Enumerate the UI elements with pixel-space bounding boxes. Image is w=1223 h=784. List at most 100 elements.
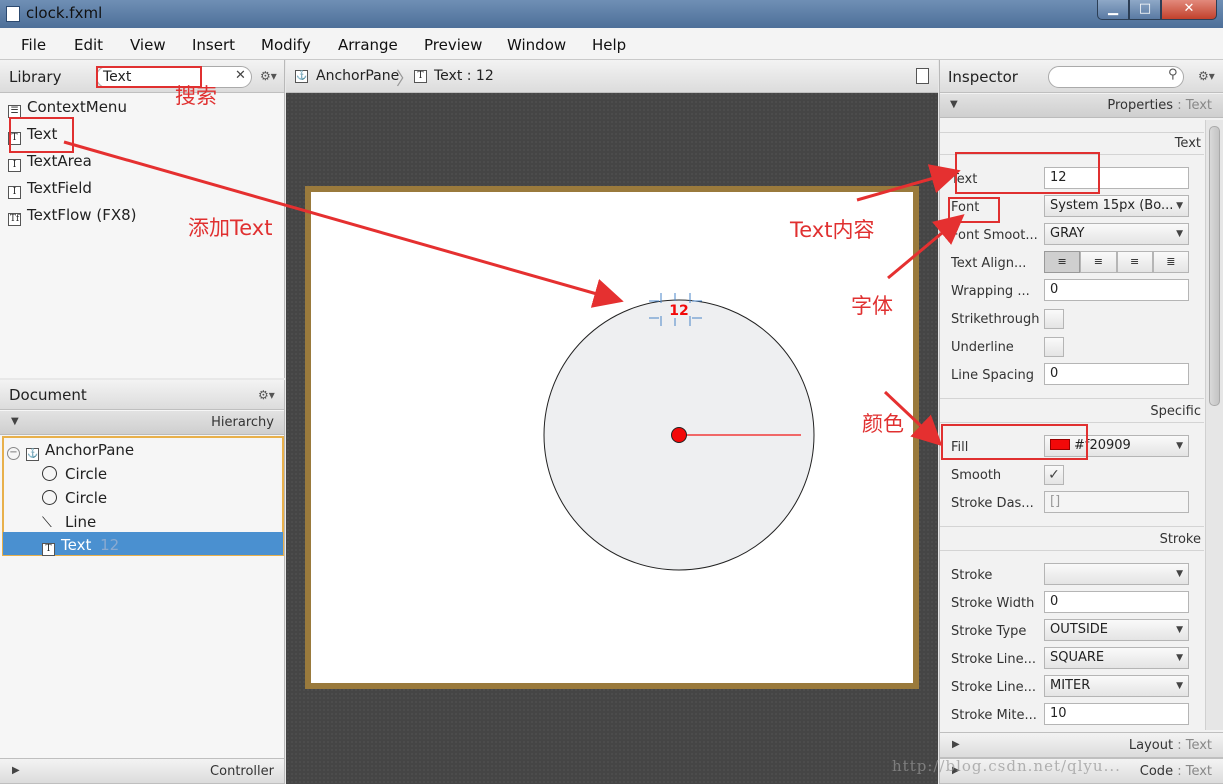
prop-strikethrough-label: Strikethrough — [951, 312, 1040, 327]
chevron-down-icon: ▼ — [1176, 229, 1183, 239]
annotation-text-content-label: Text内容 — [790, 218, 875, 242]
close-button[interactable]: ✕ — [1161, 0, 1217, 20]
expand-arrow-icon[interactable]: ▶ — [12, 765, 20, 776]
text-align-group: ≡ ≡ ≡ ≣ — [1044, 251, 1189, 273]
stroke-dash-input[interactable]: [] — [1044, 491, 1189, 513]
maximize-button[interactable]: □ — [1129, 0, 1161, 20]
menu-edit[interactable]: Edit — [74, 36, 103, 54]
collapse-arrow-icon[interactable]: ▼ — [950, 99, 958, 110]
prop-smooth-label: Smooth — [951, 468, 1002, 483]
hierarchy-header[interactable]: ▼ Hierarchy — [0, 411, 284, 435]
stroke-line-cap-select[interactable]: SQUARE ▼ — [1044, 647, 1189, 669]
menu-arrange[interactable]: Arrange — [338, 36, 398, 54]
library-item-contextmenu[interactable]: ☰ ContextMenu — [8, 98, 127, 118]
tree-item-anchorpane[interactable]: − ⚓ AnchorPane — [7, 441, 134, 461]
annotation-box-font — [948, 197, 1000, 223]
text-field-icon: I — [8, 186, 21, 199]
inspector-scrollbar[interactable] — [1205, 120, 1223, 730]
inspector-search-input[interactable] — [1048, 66, 1184, 88]
menubar: File Edit View Insert Modify Arrange Pre… — [0, 28, 1223, 60]
library-item-textfield[interactable]: I TextField — [8, 179, 92, 199]
annotation-box-text-prop — [955, 152, 1100, 194]
annotation-color-label: 颜色 — [862, 412, 904, 436]
chevron-down-icon: ▼ — [1176, 625, 1183, 635]
properties-label: Properties — [1107, 98, 1174, 113]
canvas-text-12[interactable]: 12 — [669, 303, 688, 319]
code-label: Code — [1139, 764, 1174, 779]
align-left-icon[interactable]: ≡ — [1044, 251, 1081, 273]
menu-view[interactable]: View — [130, 36, 166, 54]
stroke-miter-input[interactable]: 10 — [1044, 703, 1189, 725]
tree-item-circle[interactable]: Circle — [42, 489, 107, 507]
inspector-gear-icon[interactable]: ⚙▾ — [1198, 69, 1215, 83]
search-icon[interactable]: ⚲ — [1168, 67, 1178, 82]
design-area: ⚓ AnchorPane 〉 T Text : 12 12 — [286, 60, 938, 784]
prop-stroke-line-join-label: Stroke Line... — [951, 680, 1037, 695]
library-item-textarea[interactable]: I TextArea — [8, 152, 92, 172]
prop-stroke-miter-label: Stroke Mite... — [951, 708, 1037, 723]
layout-header[interactable]: ▶ Layout : Text — [940, 732, 1223, 758]
expand-arrow-icon[interactable]: ▶ — [952, 739, 960, 750]
document-title: Document — [9, 386, 87, 404]
stroke-color-picker[interactable]: ▼ — [1044, 563, 1189, 585]
wrapping-width-input[interactable]: 0 — [1044, 279, 1189, 301]
layout-label: Layout — [1128, 738, 1174, 753]
annotation-add-text-label: 添加Text — [188, 216, 273, 240]
tree-item-line[interactable]: ⟍ Line — [42, 513, 96, 531]
chevron-down-icon: ▼ — [1176, 201, 1183, 211]
text-area-icon: I — [8, 159, 21, 172]
minimize-button[interactable]: ▁ — [1097, 0, 1129, 20]
font-select[interactable]: System 15px (Bo... ▼ — [1044, 195, 1189, 217]
library-item-textflow[interactable]: Tf TextFlow (FX8) — [8, 206, 137, 226]
prop-stroke-label: Stroke — [951, 568, 993, 583]
scrollbar-thumb[interactable] — [1209, 126, 1220, 406]
stroke-line-join-select[interactable]: MITER ▼ — [1044, 675, 1189, 697]
menu-modify[interactable]: Modify — [261, 36, 311, 54]
align-justify-icon[interactable]: ≣ — [1152, 251, 1189, 273]
chevron-down-icon: ▼ — [1176, 653, 1183, 663]
stroke-width-input[interactable]: 0 — [1044, 591, 1189, 613]
anchor-pane-icon: ⚓ — [26, 448, 39, 461]
chevron-down-icon: ▼ — [1176, 441, 1183, 451]
menu-insert[interactable]: Insert — [192, 36, 235, 54]
library-title: Library — [9, 68, 62, 86]
menu-window[interactable]: Window — [507, 36, 566, 54]
center-dot-circle[interactable] — [671, 427, 687, 443]
tree-item-circle[interactable]: Circle — [42, 465, 107, 483]
document-gear-icon[interactable]: ⚙▾ — [258, 388, 275, 402]
section-specific-title: Specific — [1150, 404, 1201, 419]
annotation-font-label: 字体 — [851, 294, 893, 318]
circle-icon — [42, 466, 57, 481]
collapse-arrow-icon[interactable]: ▼ — [11, 416, 19, 427]
tree-item-text[interactable]: T Text 12 — [42, 536, 119, 556]
smooth-checkbox[interactable]: ✓ — [1044, 465, 1064, 485]
properties-target: : Text — [1173, 98, 1212, 113]
prop-stroke-dash-label: Stroke Das... — [951, 496, 1034, 511]
menu-preview[interactable]: Preview — [424, 36, 482, 54]
annotation-box-fill — [941, 424, 1088, 460]
annotation-search-label: 搜索 — [175, 84, 217, 108]
menu-help[interactable]: Help — [592, 36, 626, 54]
clear-search-icon[interactable]: ✕ — [235, 68, 246, 83]
document-panel: Document ⚙▾ ▼ Hierarchy − ⚓ AnchorPane Cir… — [0, 380, 285, 784]
menu-file[interactable]: File — [21, 36, 46, 54]
stroke-type-select[interactable]: OUTSIDE ▼ — [1044, 619, 1189, 641]
align-right-icon[interactable]: ≡ — [1116, 251, 1153, 273]
collapse-toggle-icon[interactable]: − — [7, 447, 20, 460]
align-center-icon[interactable]: ≡ — [1080, 251, 1117, 273]
prop-text-align-label: Text Align... — [951, 256, 1027, 271]
strikethrough-checkbox[interactable] — [1044, 309, 1064, 329]
library-gear-icon[interactable]: ⚙▾ — [260, 69, 277, 83]
prop-line-spacing-label: Line Spacing — [951, 368, 1034, 383]
inspector-header: Inspector ⚲ ⚙▾ — [940, 60, 1223, 93]
app-icon — [6, 6, 20, 22]
code-target: : Text — [1173, 764, 1212, 779]
line-spacing-input[interactable]: 0 — [1044, 363, 1189, 385]
controller-header[interactable]: ▶ Controller — [0, 758, 284, 784]
document-header: Document ⚙▾ — [0, 380, 284, 410]
prop-stroke-width-label: Stroke Width — [951, 596, 1035, 611]
prop-underline-label: Underline — [951, 340, 1014, 355]
font-smoothing-select[interactable]: GRAY ▼ — [1044, 223, 1189, 245]
underline-checkbox[interactable] — [1044, 337, 1064, 357]
properties-header[interactable]: ▼ Properties : Text — [940, 94, 1223, 118]
